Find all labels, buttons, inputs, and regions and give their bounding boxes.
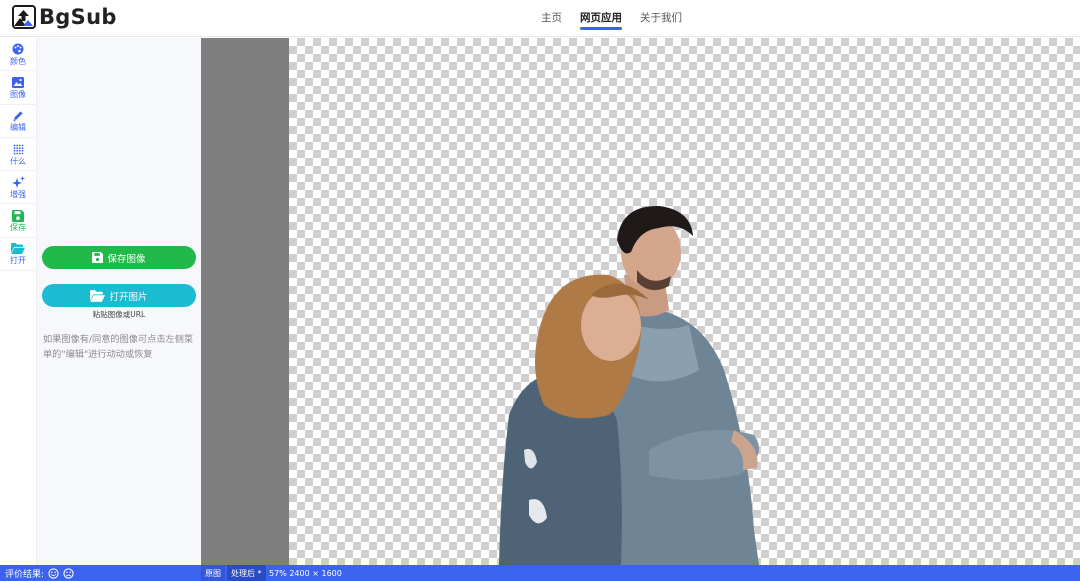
zoom-info: 57% 2400 × 1600 <box>269 568 342 578</box>
nav-home[interactable]: 主页 <box>541 10 562 25</box>
sparkle-icon <box>11 175 25 189</box>
rail-item-enhance[interactable]: 增强 <box>0 171 36 205</box>
save-image-label: 保存图像 <box>107 253 146 265</box>
smile-icon[interactable] <box>48 567 59 579</box>
bgsub-logo[interactable]: BgSub <box>12 5 117 29</box>
top-header: BgSub 主页 网页应用 关于我们 <box>0 0 1080 37</box>
rail-label-open: 打开 <box>10 256 26 266</box>
main-nav: 主页 网页应用 关于我们 <box>541 10 682 30</box>
canvas-margin <box>201 38 289 565</box>
folder-open-icon <box>11 242 25 255</box>
save-image-button[interactable]: 保存图像 <box>42 246 196 269</box>
paste-url-hint[interactable]: 粘贴图像或URL <box>37 309 201 320</box>
save-icon <box>11 209 25 222</box>
tab-processed[interactable]: 处理后 * <box>227 565 266 581</box>
rail-label-save: 保存 <box>10 223 26 233</box>
rating-group: 评价结果: <box>5 565 74 581</box>
tool-rail: 颜色 图像 编辑 什么 增强 保存 打开 <box>0 38 37 565</box>
status-bar: 评价结果: 原图 处理后 * 57% 2400 × 1600 <box>0 565 1080 581</box>
rail-item-save[interactable]: 保存 <box>0 204 36 238</box>
rail-item-image[interactable]: 图像 <box>0 71 36 105</box>
logo-upload-icon <box>12 5 36 29</box>
rail-label-what: 什么 <box>10 156 26 166</box>
nav-about[interactable]: 关于我们 <box>640 10 682 25</box>
rail-label-image: 图像 <box>10 89 26 99</box>
nav-web-app[interactable]: 网页应用 <box>580 10 622 30</box>
app-name: BgSub <box>39 5 117 29</box>
rail-item-what[interactable]: 什么 <box>0 138 36 172</box>
rail-label-enhance: 增强 <box>10 189 26 199</box>
pencil-icon <box>11 109 25 122</box>
palette-icon <box>11 43 25 56</box>
image-canvas[interactable] <box>289 38 1080 565</box>
rail-label-edit: 编辑 <box>10 123 26 133</box>
tab-original[interactable]: 原图 <box>201 565 225 581</box>
rail-item-color[interactable]: 颜色 <box>0 38 36 72</box>
rail-item-open[interactable]: 打开 <box>0 238 36 272</box>
image-icon <box>11 76 25 89</box>
rail-label-color: 颜色 <box>10 56 26 66</box>
folder-open-icon <box>90 289 106 302</box>
open-image-label: 打开图片 <box>109 291 148 303</box>
save-icon <box>92 252 104 263</box>
help-text: 如果图像有/同意的图像可点击左侧菜单的"编辑"进行动动或恢复 <box>43 334 194 360</box>
action-panel: 保存图像 打开图片 粘贴图像或URL 如果图像有/同意的图像可点击左侧菜单的"编… <box>37 38 201 565</box>
rating-label: 评价结果: <box>5 569 45 580</box>
cutout-photo <box>499 205 759 565</box>
frown-icon[interactable] <box>63 567 74 579</box>
open-image-button[interactable]: 打开图片 <box>42 284 196 307</box>
grid-dots-icon <box>11 143 25 156</box>
rail-item-edit[interactable]: 编辑 <box>0 105 36 138</box>
